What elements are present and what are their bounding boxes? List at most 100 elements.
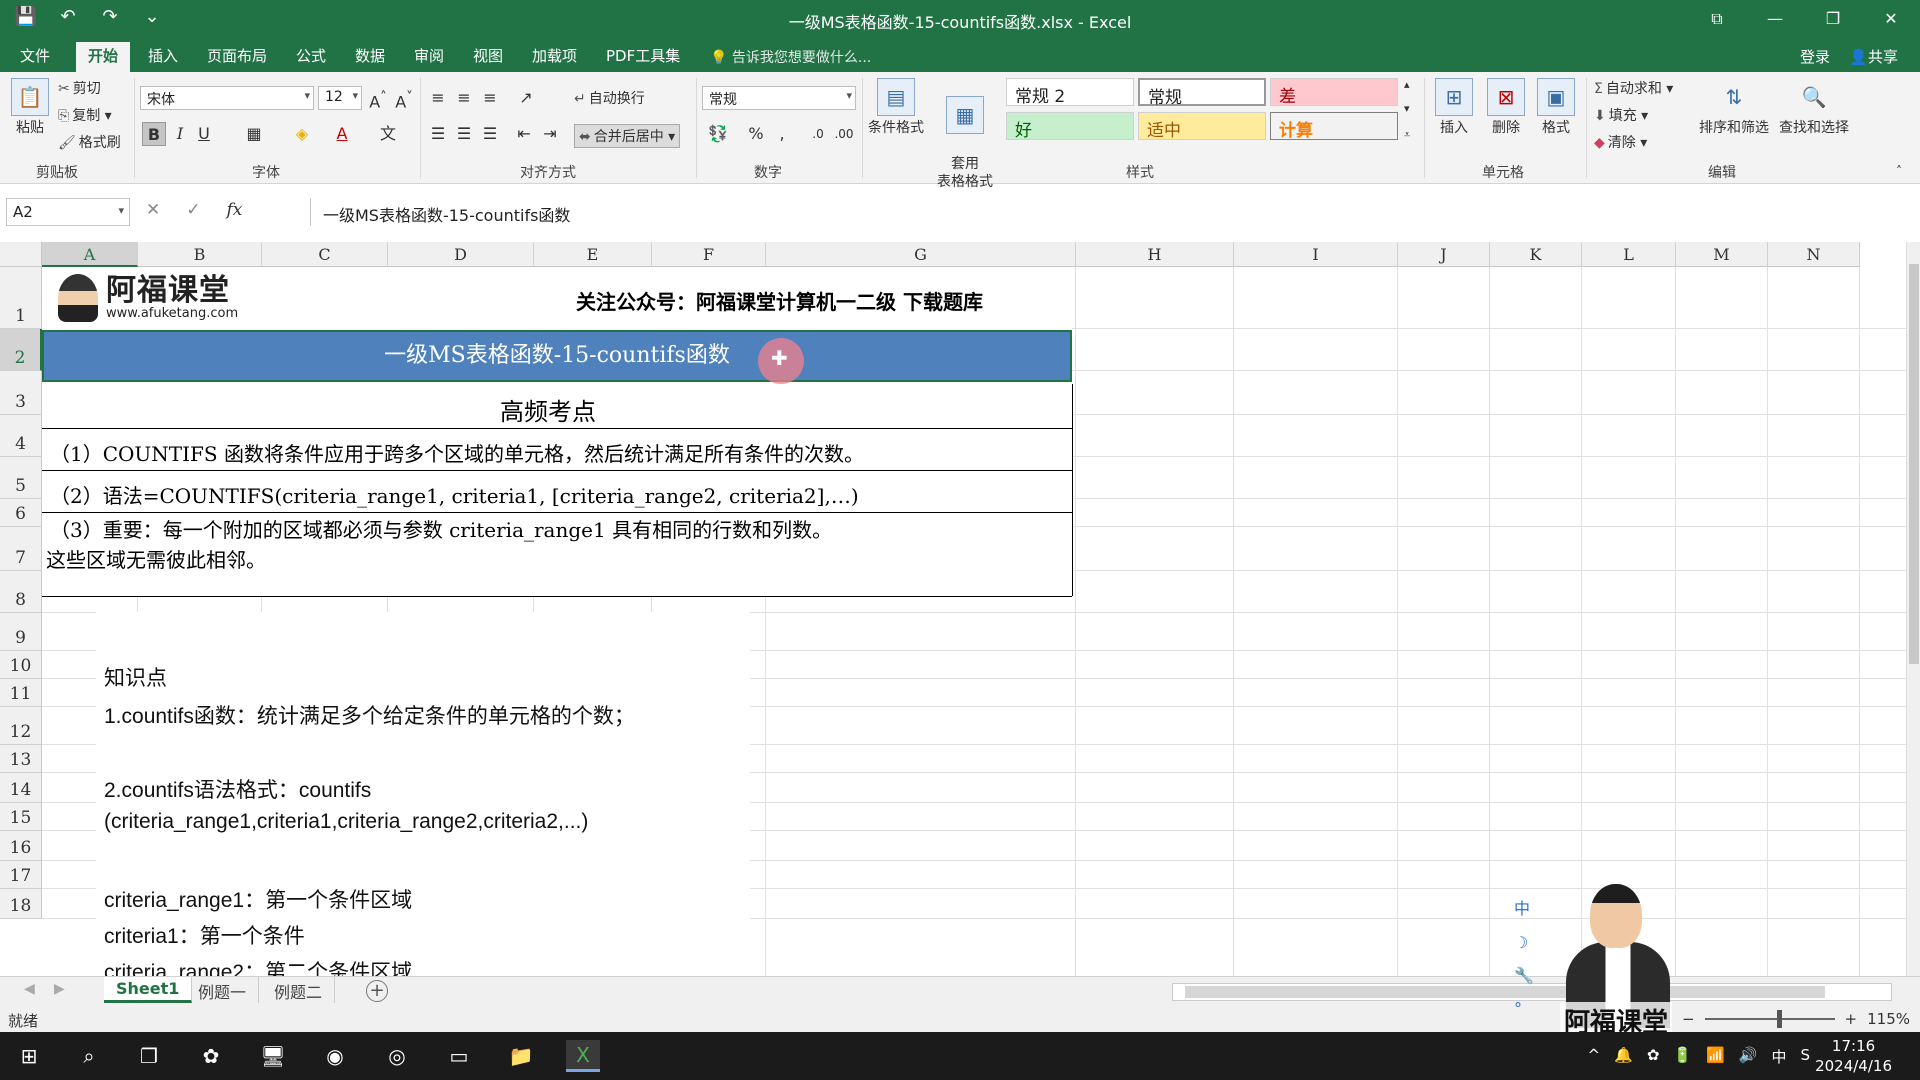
battery-icon[interactable]: 🔋	[1673, 1046, 1692, 1067]
fill-button[interactable]: ⬇ 填充 ▾	[1594, 105, 1648, 125]
app-flower-icon[interactable]: ✿	[194, 1040, 228, 1072]
copy-button[interactable]: ⎘ 复制 ▾	[58, 105, 112, 125]
row-header[interactable]: 9	[0, 613, 42, 651]
column-header[interactable]: I	[1234, 242, 1398, 267]
style-normal2[interactable]: 常规 2	[1006, 78, 1134, 107]
moon-icon[interactable]: ☽	[1514, 933, 1534, 952]
conditional-format-button[interactable]: ▤ 条件格式	[866, 78, 926, 137]
bold-button[interactable]: B	[142, 122, 166, 146]
confirm-icon[interactable]: ✓	[186, 200, 200, 220]
column-header[interactable]: F	[652, 242, 766, 267]
name-box[interactable]: A2	[6, 198, 130, 226]
sogou-icon[interactable]: S	[1800, 1046, 1810, 1067]
task-view-icon[interactable]: ❐	[132, 1040, 166, 1072]
ime-indicator[interactable]: 中	[1771, 1046, 1786, 1067]
login-link[interactable]: 登录	[1800, 46, 1830, 67]
zoom-knob[interactable]	[1776, 1010, 1782, 1028]
number-format-select[interactable]: 常规	[702, 86, 856, 110]
start-windows-icon[interactable]: ⊞	[12, 1040, 46, 1072]
insert-function-icon[interactable]: fx	[227, 200, 243, 220]
sheet-tab-sheet1[interactable]: Sheet1	[104, 977, 193, 1003]
row-header[interactable]: 7	[0, 527, 42, 571]
column-header[interactable]: D	[388, 242, 534, 267]
file-explorer-icon[interactable]: 📁	[504, 1040, 538, 1072]
select-all-corner[interactable]	[0, 242, 42, 267]
worksheet-grid[interactable]: ABCDEFGHIJKLMN 1 2 3 4 5 6 7 8 9 10 11 12 13 14 15 16 17…	[0, 242, 1906, 976]
underline-button[interactable]: U	[192, 122, 216, 146]
minimize-button[interactable]: —	[1746, 0, 1804, 38]
merge-center-button[interactable]: ⬌ 合并后居中 ▾	[574, 124, 681, 148]
sort-filter-button[interactable]: ⇅ 排序和筛选	[1696, 78, 1772, 137]
row-header[interactable]: 12	[0, 707, 42, 745]
tab-data[interactable]: 数据	[355, 45, 385, 66]
styles-scroll-up-icon[interactable]: ▴	[1404, 78, 1410, 91]
align-top-icon[interactable]: ≡	[426, 86, 450, 110]
comma-icon[interactable]: ,	[770, 122, 794, 146]
align-center-icon[interactable]: ☰	[452, 122, 476, 146]
vertical-scroll-thumb[interactable]	[1909, 264, 1919, 664]
style-neutral[interactable]: 适中	[1138, 112, 1266, 141]
orientation-icon[interactable]: ↗	[514, 86, 538, 110]
zoom-level[interactable]: 115%	[1867, 1010, 1910, 1028]
delete-cells-button[interactable]: ⊠ 删除	[1482, 78, 1530, 137]
tab-formulas[interactable]: 公式	[296, 45, 326, 66]
increase-indent-icon[interactable]: ⇥	[538, 122, 562, 146]
format-painter-button[interactable]: 🖌 格式刷	[58, 132, 121, 152]
row-header[interactable]: 14	[0, 773, 42, 803]
add-sheet-icon[interactable]: +	[366, 980, 388, 1002]
decrease-indent-icon[interactable]: ⇤	[512, 122, 536, 146]
tab-insert[interactable]: 插入	[148, 45, 178, 66]
vertical-scrollbar[interactable]	[1906, 242, 1920, 976]
search-icon[interactable]: ⌕	[72, 1040, 106, 1072]
row-header[interactable]: 18	[0, 889, 42, 919]
wrench-icon[interactable]: 🔧	[1514, 966, 1534, 985]
styles-more-icon[interactable]: ⩡	[1404, 128, 1410, 142]
tray-expand-icon[interactable]: ^	[1588, 1046, 1601, 1067]
tell-me-search[interactable]: 💡 告诉我您想要做什么...	[710, 47, 871, 67]
column-header[interactable]: M	[1676, 242, 1768, 267]
sheet-tab-example2[interactable]: 例题二	[262, 977, 336, 1003]
column-header[interactable]: H	[1076, 242, 1234, 267]
title-banner-cell[interactable]: 一级MS表格函数-15-countifs函数	[42, 330, 1072, 382]
percent-icon[interactable]: %	[744, 122, 768, 146]
borders-icon[interactable]: ▦	[242, 122, 266, 146]
chrome-icon[interactable]: ◉	[318, 1040, 352, 1072]
align-bottom-icon[interactable]: ≡	[478, 86, 502, 110]
cut-button[interactable]: ✂ 剪切	[58, 78, 101, 98]
row-header[interactable]: 10	[0, 651, 42, 679]
dot-icon[interactable]: °	[1514, 999, 1534, 1018]
style-bad[interactable]: 差	[1270, 78, 1398, 107]
sheet-tab-example1[interactable]: 例题一	[186, 977, 260, 1003]
column-header[interactable]: J	[1398, 242, 1490, 267]
wifi-icon[interactable]: 📶	[1706, 1046, 1725, 1067]
font-size-select[interactable]: 12	[318, 86, 362, 110]
share-button[interactable]: 👤共享	[1849, 46, 1898, 67]
column-header[interactable]: L	[1582, 242, 1676, 267]
decrease-font-icon[interactable]: A˅	[392, 86, 416, 111]
prev-sheet-icon[interactable]: ◀	[24, 981, 35, 997]
font-color-icon[interactable]: A	[330, 122, 354, 146]
row-header[interactable]: 3	[0, 371, 42, 415]
close-button[interactable]: ✕	[1862, 0, 1920, 38]
column-header[interactable]: N	[1768, 242, 1860, 267]
row-header[interactable]: 1	[0, 267, 42, 329]
excel-icon[interactable]: X	[566, 1040, 600, 1072]
align-left-icon[interactable]: ☰	[426, 122, 450, 146]
tab-pdf-tools[interactable]: PDF工具集	[606, 45, 680, 66]
tab-addins[interactable]: 加载项	[532, 45, 577, 66]
increase-font-icon[interactable]: A˄	[366, 86, 390, 111]
currency-icon[interactable]: 💱	[706, 122, 730, 146]
zoom-out-icon[interactable]: −	[1682, 1010, 1695, 1028]
system-clock[interactable]: 17:16 2024/4/16	[1815, 1036, 1892, 1076]
column-header[interactable]: E	[534, 242, 652, 267]
column-header[interactable]: A	[42, 242, 138, 267]
tab-home[interactable]: 开始	[76, 42, 131, 72]
column-header[interactable]: C	[262, 242, 388, 267]
font-name-select[interactable]: 宋体	[140, 86, 314, 110]
app-colorwheel-icon[interactable]: ◎	[380, 1040, 414, 1072]
paste-button[interactable]: 📋 粘贴	[10, 78, 50, 137]
tab-review[interactable]: 审阅	[414, 45, 444, 66]
row-header[interactable]: 6	[0, 499, 42, 527]
tray-notify-icon[interactable]: 🔔	[1614, 1046, 1633, 1067]
styles-scroll-down-icon[interactable]: ▾	[1404, 102, 1410, 115]
